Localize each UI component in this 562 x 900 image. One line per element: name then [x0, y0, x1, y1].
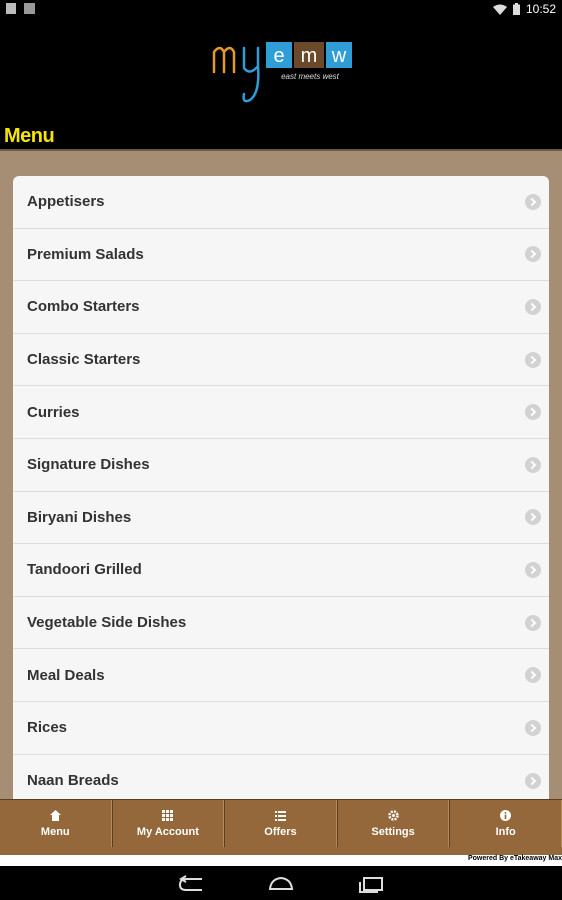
page-title: Menu: [4, 125, 55, 147]
menu-category-item[interactable]: Curries: [13, 386, 549, 439]
menu-category-item[interactable]: Classic Starters: [13, 334, 549, 387]
main-content: Appetisers Premium Salads Combo Starters Cl…: [0, 151, 562, 799]
svg-text:m: m: [301, 45, 318, 67]
svg-text:w: w: [331, 45, 347, 67]
menu-category-label: Appetisers: [27, 193, 105, 211]
chevron-right-icon: [525, 193, 541, 210]
powered-by-text: Powered By eTakeaway Max: [467, 855, 562, 862]
powered-by-bar: Powered By eTakeaway Max: [0, 855, 562, 866]
status-bar: 10:52: [0, 0, 562, 18]
status-time: 10:52: [525, 2, 556, 16]
system-navigation-bar: [0, 866, 562, 900]
tab-settings[interactable]: Settings: [336, 800, 450, 847]
chevron-right-icon: [525, 246, 541, 263]
status-left: [6, 3, 35, 14]
home-nav-icon[interactable]: [267, 875, 295, 893]
chevron-right-icon: [525, 351, 541, 368]
photo-icon: [24, 3, 35, 14]
tab-bar-bottom-strip: [0, 847, 562, 855]
wifi-icon: [492, 4, 507, 15]
menu-category-label: Tandoori Grilled: [27, 561, 142, 579]
tab-label: Menu: [40, 825, 70, 838]
menu-category-item[interactable]: Rices: [13, 702, 549, 755]
chevron-right-icon: [525, 509, 541, 526]
back-icon[interactable]: [177, 875, 205, 893]
bottom-tab-bar: Menu My Account Offers Settings Info: [0, 799, 562, 847]
chevron-right-icon: [525, 719, 541, 736]
menu-category-label: Meal Deals: [27, 666, 105, 684]
recent-apps-icon[interactable]: [357, 875, 385, 893]
chevron-right-icon: [525, 561, 541, 578]
home-icon: [49, 809, 61, 821]
tab-my-account[interactable]: My Account: [111, 800, 225, 847]
svg-text:e: e: [273, 45, 284, 67]
app-screen: 10:52 e m w east meets west Menu Appetis…: [0, 0, 562, 900]
status-right: 10:52: [492, 2, 556, 16]
menu-category-label: Rices: [27, 719, 68, 737]
tab-menu[interactable]: Menu: [0, 800, 112, 847]
list-icon: [274, 810, 286, 821]
menu-category-item[interactable]: Tandoori Grilled: [13, 544, 549, 597]
menu-category-label: Combo Starters: [27, 298, 140, 316]
tab-label: My Account: [136, 825, 199, 838]
chevron-right-icon: [525, 298, 541, 315]
notification-icon: [6, 3, 16, 14]
info-icon: [500, 809, 512, 821]
menu-category-label: Premium Salads: [27, 245, 144, 263]
tab-label: Info: [495, 825, 516, 838]
menu-category-item[interactable]: Combo Starters: [13, 281, 549, 334]
menu-category-label: Naan Breads: [27, 772, 119, 790]
menu-category-label: Signature Dishes: [27, 456, 150, 474]
menu-category-label: Biryani Dishes: [27, 508, 132, 526]
chevron-right-icon: [525, 614, 541, 631]
chevron-right-icon: [525, 772, 541, 789]
tab-label: Offers: [264, 825, 297, 838]
gear-icon: [387, 809, 399, 821]
tab-label: Settings: [371, 825, 415, 838]
menu-category-list: Appetisers Premium Salads Combo Starters Cl…: [13, 176, 549, 799]
menu-category-item[interactable]: Vegetable Side Dishes: [13, 597, 549, 650]
chevron-right-icon: [525, 456, 541, 473]
menu-category-item[interactable]: Signature Dishes: [13, 439, 549, 492]
chevron-right-icon: [525, 667, 541, 684]
menu-category-item[interactable]: Premium Salads: [13, 229, 549, 282]
tab-offers[interactable]: Offers: [224, 800, 337, 847]
menu-category-item[interactable]: Naan Breads: [13, 755, 549, 799]
grid-icon: [162, 809, 174, 821]
chevron-right-icon: [525, 404, 541, 421]
svg-text:east meets west: east meets west: [281, 72, 340, 81]
menu-category-item[interactable]: Meal Deals: [13, 649, 549, 702]
menu-category-label: Curries: [27, 403, 80, 421]
menu-category-item[interactable]: Appetisers: [13, 176, 549, 229]
menu-category-label: Vegetable Side Dishes: [27, 614, 187, 632]
myemw-logo: e m w east meets west: [212, 42, 352, 103]
app-header: e m w east meets west: [0, 18, 562, 120]
menu-category-item[interactable]: Biryani Dishes: [13, 492, 549, 545]
battery-icon: [512, 3, 520, 15]
tab-info[interactable]: Info: [449, 800, 562, 847]
menu-category-label: Classic Starters: [27, 351, 141, 369]
